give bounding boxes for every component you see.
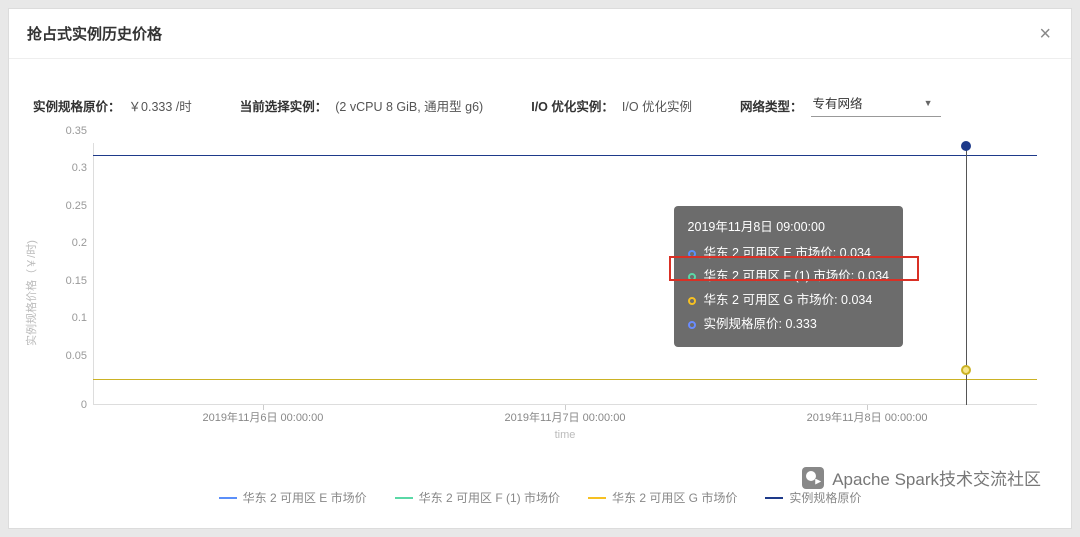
network-type-dropdown[interactable]: 专有网络 ▼ bbox=[811, 93, 941, 117]
legend-item[interactable]: 华东 2 可用区 G 市场价 bbox=[588, 489, 737, 506]
y-tick: 0.1 bbox=[53, 312, 87, 324]
tooltip-row: 华东 2 可用区 E 市场价: 0.034 bbox=[688, 242, 889, 266]
x-tick: 2019年11月7日 00:00:00 bbox=[505, 409, 626, 425]
network-type-label: 网络类型： bbox=[740, 96, 803, 115]
series-line-g bbox=[93, 379, 1037, 380]
tooltip-dot-icon bbox=[688, 273, 696, 281]
y-tick: 0.35 bbox=[53, 125, 87, 137]
network-type-value: 专有网络 bbox=[813, 93, 863, 112]
y-tick: 0 bbox=[53, 399, 87, 411]
x-tick: 2019年11月6日 00:00:00 bbox=[202, 409, 323, 425]
watermark-text: Apache Spark技术交流社区 bbox=[832, 465, 1041, 490]
y-axis-label: 实例规格价格（￥/时) bbox=[23, 240, 39, 346]
legend-item[interactable]: 华东 2 可用区 F (1) 市场价 bbox=[395, 489, 560, 506]
legend-label: 华东 2 可用区 G 市场价 bbox=[612, 489, 737, 506]
modal-header: 抢占式实例历史价格 × bbox=[9, 9, 1071, 59]
legend-swatch-icon bbox=[588, 497, 606, 499]
tooltip-dot-icon bbox=[688, 297, 696, 305]
data-point-g bbox=[961, 365, 971, 375]
y-tick: 0.05 bbox=[53, 350, 87, 362]
legend-swatch-icon bbox=[765, 497, 783, 499]
io-value: I/O 优化实例 bbox=[622, 96, 692, 115]
tooltip-row-label: 华东 2 可用区 G 市场价: 0.034 bbox=[704, 289, 873, 313]
modal-title: 抢占式实例历史价格 bbox=[27, 23, 162, 44]
legend-swatch-icon bbox=[395, 497, 413, 499]
close-icon[interactable]: × bbox=[1039, 24, 1051, 44]
spec-price: 实例规格原价： ￥0.333 /时 bbox=[33, 96, 192, 115]
plot[interactable]: 0 0.05 0.1 0.15 0.2 0.25 0.3 0.35 2 bbox=[93, 143, 1037, 405]
chart-tooltip: 2019年11月8日 09:00:00 华东 2 可用区 E 市场价: 0.03… bbox=[674, 206, 903, 347]
y-tick: 0.3 bbox=[53, 162, 87, 174]
current-instance: 当前选择实例： (2 vCPU 8 GiB, 通用型 g6) bbox=[240, 96, 483, 115]
tooltip-row-label: 华东 2 可用区 F (1) 市场价: 0.034 bbox=[704, 265, 889, 289]
watermark: Apache Spark技术交流社区 bbox=[796, 463, 1047, 492]
y-tick: 0.15 bbox=[53, 275, 87, 287]
network-type: 网络类型： 专有网络 ▼ bbox=[740, 93, 941, 117]
tooltip-row-label: 华东 2 可用区 E 市场价: 0.034 bbox=[704, 242, 871, 266]
y-axis bbox=[93, 143, 94, 405]
io-optimized: I/O 优化实例： I/O 优化实例 bbox=[531, 96, 692, 115]
current-instance-value: (2 vCPU 8 GiB, 通用型 g6) bbox=[335, 96, 483, 115]
data-point-original bbox=[961, 141, 971, 151]
current-instance-label: 当前选择实例： bbox=[240, 96, 328, 115]
wechat-icon bbox=[802, 467, 824, 489]
info-bar: 实例规格原价： ￥0.333 /时 当前选择实例： (2 vCPU 8 GiB,… bbox=[9, 59, 1071, 135]
tooltip-row-label: 实例规格原价: 0.333 bbox=[704, 313, 817, 337]
y-tick: 0.25 bbox=[53, 200, 87, 212]
legend-swatch-icon bbox=[219, 497, 237, 499]
spec-price-value: ￥0.333 /时 bbox=[129, 96, 192, 115]
legend-label: 华东 2 可用区 E 市场价 bbox=[243, 489, 367, 506]
spec-price-label: 实例规格原价： bbox=[33, 96, 121, 115]
chevron-down-icon: ▼ bbox=[924, 98, 933, 108]
tooltip-dot-icon bbox=[688, 321, 696, 329]
legend-label: 华东 2 可用区 F (1) 市场价 bbox=[419, 489, 560, 506]
y-tick: 0.2 bbox=[53, 237, 87, 249]
x-tick: 2019年11月8日 00:00:00 bbox=[807, 409, 928, 425]
series-line-original bbox=[93, 155, 1037, 156]
tooltip-row: 华东 2 可用区 G 市场价: 0.034 bbox=[688, 289, 889, 313]
tooltip-title: 2019年11月8日 09:00:00 bbox=[688, 216, 889, 240]
chart-area: 实例规格价格（￥/时) 0 0.05 0.1 0.15 0.2 0.25 0.3… bbox=[27, 143, 1047, 443]
x-axis-title: time bbox=[555, 429, 576, 441]
tooltip-dot-icon bbox=[688, 250, 696, 258]
price-history-modal: 抢占式实例历史价格 × 实例规格原价： ￥0.333 /时 当前选择实例： (2… bbox=[8, 8, 1072, 529]
tooltip-row: 实例规格原价: 0.333 bbox=[688, 313, 889, 337]
io-label: I/O 优化实例： bbox=[531, 96, 614, 115]
legend-item[interactable]: 华东 2 可用区 E 市场价 bbox=[219, 489, 367, 506]
tooltip-row: 华东 2 可用区 F (1) 市场价: 0.034 bbox=[688, 265, 889, 289]
